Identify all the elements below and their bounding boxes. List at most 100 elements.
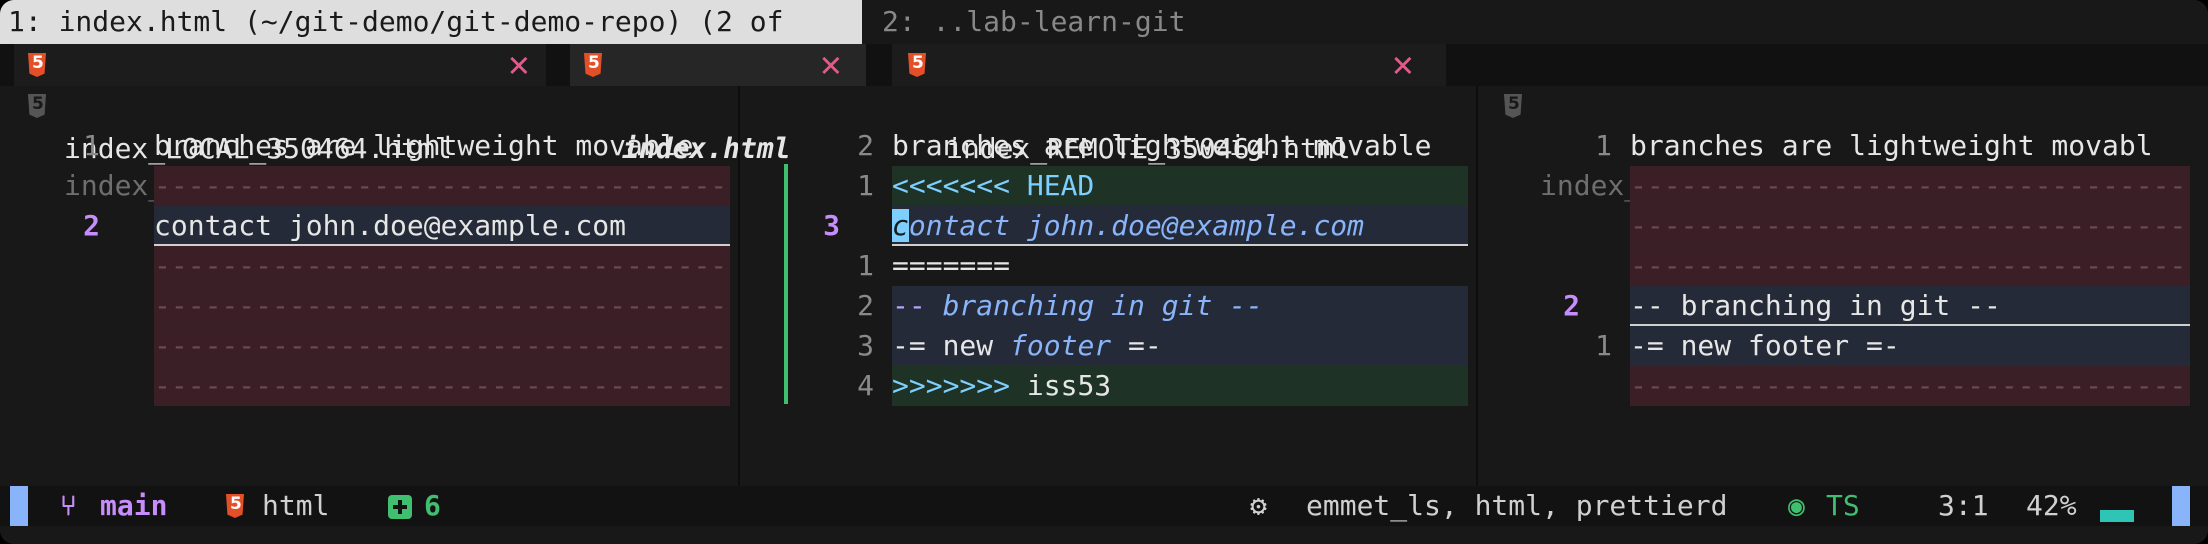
- plus-square-icon: [388, 486, 412, 526]
- line-suffix: =-: [1111, 329, 1162, 362]
- diff-filler-line: --------------------------------------: [0, 326, 738, 366]
- code-line: 2 contact john.doe@example.com: [0, 206, 738, 246]
- line-text: contact john.doe@example.com: [892, 206, 1468, 246]
- buffer-tabline: index_LOCAL_350464.html ✕ index.html ✕ i…: [0, 44, 2208, 165]
- line-text-italic: footer: [1010, 329, 1112, 362]
- line-text: --------------------------------------: [154, 366, 730, 406]
- mode-indicator-right: [2172, 486, 2190, 526]
- treesitter-icon: ◉: [1788, 489, 1805, 522]
- cursor: c: [892, 209, 909, 242]
- conflict-marker-line: 1 =======: [740, 246, 1476, 286]
- html5-icon: [584, 53, 602, 77]
- scroll-progress-bar: [2100, 510, 2134, 522]
- tmux-status-bar: 1: index.html (~/git-demo/git-demo-repo)…: [0, 0, 2208, 44]
- line-text: branches are lightweight movable: [154, 129, 694, 162]
- git-added-count: 6: [424, 489, 441, 522]
- line-text: -= new footer =-: [1630, 326, 2190, 366]
- line-number: 2: [1563, 289, 1580, 322]
- line-text: --------------------------------------: [154, 286, 730, 326]
- html5-icon: [226, 494, 244, 518]
- line-number: 2: [857, 289, 874, 322]
- line-text: --------------------------------------: [154, 166, 730, 206]
- line-number: 2: [857, 129, 874, 162]
- winbar-remote: index_REMOTE_350464.html: [1504, 86, 1945, 202]
- lsp-clients: emmet_ls, html, prettierd: [1306, 489, 1728, 522]
- code-line: 1 branches are lightweight movable: [0, 126, 738, 166]
- line-text: --------------------------------------: [1630, 166, 2190, 206]
- code-line: 3 contact john.doe@example.com: [740, 206, 1476, 246]
- line-text: branches are lightweight movable: [892, 129, 1432, 162]
- tab-index-html[interactable]: index.html ✕: [570, 44, 866, 165]
- terminal-window: 1: index.html (~/git-demo/git-demo-repo)…: [0, 0, 2208, 544]
- line-text: -- branching in git --: [892, 286, 1468, 326]
- line-text: --------------------------------------: [1630, 246, 2190, 286]
- conflict-separator: =======: [892, 249, 1011, 282]
- line-text: contact john.doe@example.com: [154, 206, 730, 246]
- diff-filler-line: --------------------------------------: [0, 366, 738, 406]
- line-text-rest: iss53: [1010, 369, 1112, 402]
- line-number: 3: [857, 329, 874, 362]
- diff-filler-line: --------------------------------------: [0, 166, 738, 206]
- tmux-window-2-label: 2: ..lab-learn-git: [882, 5, 1186, 38]
- conflict-end-marker: >>>>>>>: [892, 369, 1011, 402]
- git-branch-name[interactable]: main: [100, 486, 167, 526]
- line-number: 3: [823, 209, 840, 242]
- html5-icon: [908, 53, 926, 77]
- diff-filler-line: --------------------------------------: [1478, 166, 2208, 206]
- code-line: 3 -= new footer =-: [740, 326, 1476, 366]
- html5-icon: [28, 53, 46, 77]
- tab-index-local[interactable]: index_LOCAL_350464.html ✕: [14, 44, 546, 165]
- tmux-window-2[interactable]: 2: ..lab-learn-git: [868, 0, 1186, 44]
- code-line: 2 branches are lightweight movable: [740, 126, 1476, 166]
- diff-filler-line: --------------------------------------: [1478, 246, 2208, 286]
- line-number: 1: [857, 169, 874, 202]
- pane-remote[interactable]: index_REMOTE_350464.html 1 branches are …: [1478, 86, 2208, 486]
- line-prefix: --: [892, 289, 943, 322]
- line-text-rest: ontact john.doe@example.com: [908, 209, 1365, 242]
- html5-icon: [28, 94, 46, 118]
- line-text: --------------------------------------: [154, 246, 730, 286]
- tmux-window-1[interactable]: 1: index.html (~/git-demo/git-demo-repo)…: [0, 0, 862, 44]
- tmux-window-1-label: 1: index.html (~/git-demo/git-demo-repo)…: [8, 5, 784, 38]
- diff-filler-line: --------------------------------------: [0, 286, 738, 326]
- cursor-position: 3:1: [1938, 489, 1989, 522]
- diff-filler-line: --------------------------------------: [1478, 206, 2208, 246]
- close-icon[interactable]: ✕: [1392, 44, 1414, 86]
- pane-local[interactable]: index_LOCAL_350464.html 1 branches are l…: [0, 86, 738, 486]
- line-text: --------------------------------------: [154, 326, 730, 366]
- gears-icon: ⚙: [1250, 489, 1267, 522]
- diff-filler-line: --------------------------------------: [0, 246, 738, 286]
- line-number: 1: [1595, 329, 1612, 362]
- html5-icon: [1504, 94, 1522, 118]
- line-number: 1: [83, 129, 100, 162]
- code-line: 2 -- branching in git --: [740, 286, 1476, 326]
- mode-indicator: [10, 486, 28, 526]
- winbar-local: index_LOCAL_350464.html: [28, 86, 452, 202]
- line-number: 1: [857, 249, 874, 282]
- close-icon[interactable]: ✕: [820, 44, 842, 86]
- statusline: ⑂ main html 6 ⚙ emmet_ls, html, prettier…: [0, 486, 2208, 526]
- close-icon[interactable]: ✕: [508, 44, 530, 86]
- conflict-head-marker: <<<<<<< HEAD: [892, 166, 1468, 206]
- conflict-marker-line: 1 <<<<<<< HEAD: [740, 166, 1476, 206]
- pane-merged[interactable]: 2 branches are lightweight movable 1 <<<…: [740, 86, 1476, 486]
- line-text: --------------------------------------: [1630, 366, 2190, 406]
- line-text: -= new footer =-: [892, 326, 1468, 366]
- tab-index-remote[interactable]: index_REMOTE_350464.html ✕: [892, 44, 1446, 165]
- line-text-italic: branching in git --: [942, 289, 1263, 322]
- treesitter-status: TS: [1826, 489, 1860, 522]
- line-number: 2: [83, 209, 100, 242]
- line-prefix: -= new: [892, 329, 1011, 362]
- line-number: 1: [1595, 129, 1612, 162]
- line-text: --------------------------------------: [1630, 206, 2190, 246]
- git-branch-icon: ⑂: [60, 489, 77, 522]
- file-percent: 42%: [2026, 489, 2077, 522]
- git-sign-column: [784, 164, 788, 404]
- code-line: 1 branches are lightweight movabl: [1478, 126, 2208, 166]
- command-line[interactable]: [0, 526, 2208, 544]
- line-text: >>>>>>> iss53: [892, 366, 1468, 406]
- code-line: 2 -- branching in git --: [1478, 286, 2208, 326]
- filetype: html: [262, 489, 330, 522]
- line-text: -- branching in git --: [1630, 286, 2190, 326]
- line-number: 4: [857, 369, 874, 402]
